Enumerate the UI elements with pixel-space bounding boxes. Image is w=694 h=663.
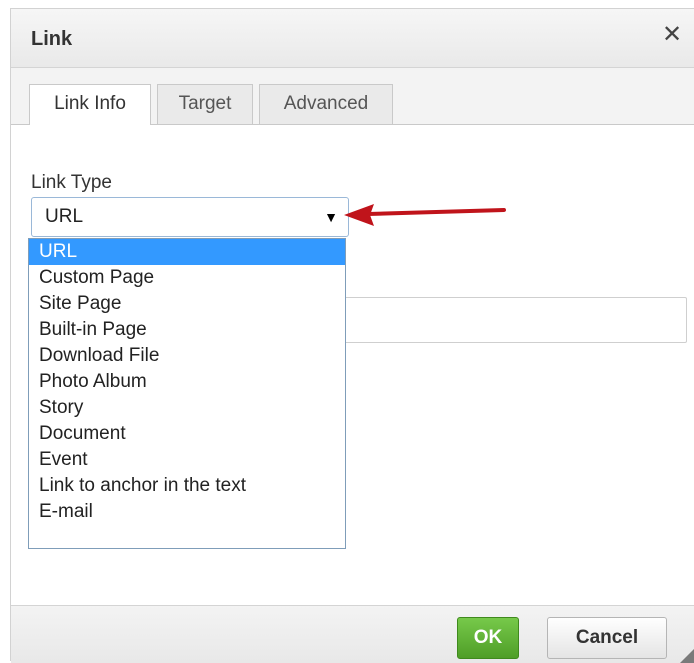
tab-target[interactable]: Target [157, 84, 253, 124]
option-e-mail[interactable]: E-mail [29, 499, 345, 525]
option-download-file[interactable]: Download File [29, 343, 345, 369]
option-url[interactable]: URL [29, 239, 345, 265]
dialog-title: Link [31, 28, 73, 50]
resize-grip-icon[interactable] [676, 645, 694, 663]
cancel-button[interactable]: Cancel [547, 617, 667, 659]
tab-link-info[interactable]: Link Info [29, 84, 151, 125]
caret-down-icon: ▼ [324, 209, 338, 225]
option-story[interactable]: Story [29, 395, 345, 421]
link-type-dropdown: URL Custom Page Site Page Built-in Page … [28, 238, 346, 549]
link-type-label: Link Type [31, 172, 112, 193]
option-site-page[interactable]: Site Page [29, 291, 345, 317]
tab-bar: Link Info Target Advanced [11, 68, 694, 125]
option-link-to-anchor[interactable]: Link to anchor in the text [29, 473, 345, 499]
option-custom-page[interactable]: Custom Page [29, 265, 345, 291]
option-built-in-page[interactable]: Built-in Page [29, 317, 345, 343]
option-event[interactable]: Event [29, 447, 345, 473]
close-icon[interactable]: ✕ [660, 23, 684, 47]
link-type-value: URL [45, 206, 84, 227]
tab-advanced[interactable]: Advanced [259, 84, 393, 124]
option-photo-album[interactable]: Photo Album [29, 369, 345, 395]
dialog-titlebar: Link ✕ [11, 9, 694, 68]
red-arrow-icon [344, 204, 506, 226]
option-document[interactable]: Document [29, 421, 345, 447]
link-type-select[interactable]: URL ▼ [31, 197, 349, 237]
dialog-footer: OK Cancel [11, 605, 694, 663]
ok-button[interactable]: OK [457, 617, 519, 659]
